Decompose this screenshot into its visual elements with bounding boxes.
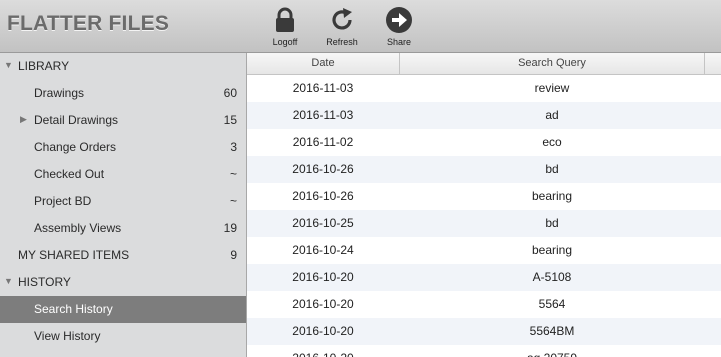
sidebar-item-my-shared-items[interactable]: MY SHARED ITEMS 9 xyxy=(0,242,246,269)
arrow-right-circle-icon xyxy=(386,7,412,33)
triangle-down-icon: ▼ xyxy=(4,60,13,70)
sidebar-item-label: Checked Out xyxy=(34,167,105,181)
sidebar-section-library[interactable]: ▼ LIBRARY xyxy=(0,53,246,80)
sidebar-item-checked-out[interactable]: Checked Out ~ xyxy=(0,161,246,188)
sidebar-item-label: Change Orders xyxy=(34,140,117,154)
query-cell: A-5108 xyxy=(532,270,572,284)
query-cell: 5564 xyxy=(538,297,566,311)
search-history-table: Date Search Query 2016-11-03 review 2016… xyxy=(247,53,721,357)
date-cell: 2016-10-26 xyxy=(292,162,354,176)
table-row[interactable]: 2016-10-20 5564BM xyxy=(247,318,721,345)
sidebar-section-label: HISTORY xyxy=(18,275,71,289)
column-header-search-query[interactable]: Search Query xyxy=(400,53,705,74)
query-cell: bd xyxy=(545,216,559,230)
sidebar-item-view-history[interactable]: View History xyxy=(0,323,246,350)
date-cell: 2016-10-20 xyxy=(292,270,354,284)
sidebar-item-label: Detail Drawings xyxy=(34,113,119,127)
date-cell: 2016-10-25 xyxy=(292,216,354,230)
date-cell: 2016-11-02 xyxy=(292,135,354,149)
date-cell: 2016-11-03 xyxy=(292,81,354,95)
date-cell: 2016-10-20 xyxy=(247,345,399,357)
column-header-date[interactable]: Date xyxy=(247,53,400,74)
sidebar-item-count: 19 xyxy=(223,221,237,235)
table-header: Date Search Query xyxy=(247,53,721,75)
query-cell: ad xyxy=(545,108,559,122)
refresh-button[interactable]: Refresh xyxy=(320,6,364,47)
query-cell: eco xyxy=(542,135,562,149)
table-row[interactable]: 2016-10-20 A-5108 xyxy=(247,264,721,291)
triangle-right-icon[interactable]: ▶ xyxy=(20,114,27,125)
table-row[interactable]: 2016-10-25 bd xyxy=(247,210,721,237)
query-cell: review xyxy=(534,81,570,95)
sidebar-item-label: Drawings xyxy=(34,86,85,100)
sidebar-item-label: Search History xyxy=(34,302,113,316)
sidebar-item-change-orders[interactable]: Change Orders 3 xyxy=(0,134,246,161)
date-cell: 2016-10-26 xyxy=(292,189,354,203)
table-row[interactable]: 2016-10-20 ag 20759 xyxy=(247,345,721,357)
sidebar-item-drawings[interactable]: Drawings 60 xyxy=(0,80,246,107)
lock-icon xyxy=(276,7,294,32)
sidebar-item-label: View History xyxy=(34,329,101,343)
sidebar-item-search-history[interactable]: Search History xyxy=(0,296,246,323)
sidebar: ▼ LIBRARY Drawings 60 ▶ Detail Drawings … xyxy=(0,53,247,357)
query-cell: bearing xyxy=(531,243,573,257)
sidebar-item-count: 60 xyxy=(223,86,237,100)
sidebar-item-label: MY SHARED ITEMS xyxy=(18,248,130,262)
triangle-down-icon: ▼ xyxy=(4,276,13,286)
app-header: FLATTER FILES Logoff Refresh Share xyxy=(0,0,721,53)
sidebar-item-count: ~ xyxy=(229,167,237,181)
sidebar-item-count: 15 xyxy=(223,113,237,127)
sidebar-section-label: LIBRARY xyxy=(18,59,70,73)
date-cell: 2016-10-20 xyxy=(292,297,354,311)
table-row[interactable]: 2016-11-03 ad xyxy=(247,102,721,129)
sidebar-item-label: Project BD xyxy=(34,194,92,208)
sidebar-item-project-bd[interactable]: Project BD ~ xyxy=(0,188,246,215)
query-cell: bearing xyxy=(531,189,573,203)
table-row[interactable]: 2016-10-26 bearing xyxy=(247,183,721,210)
sidebar-item-count: ~ xyxy=(229,194,237,208)
sidebar-item-count: 3 xyxy=(230,140,237,154)
share-button[interactable]: Share xyxy=(377,6,421,47)
sidebar-section-history[interactable]: ▼ HISTORY xyxy=(0,269,246,296)
table-row[interactable]: 2016-11-03 review xyxy=(247,75,721,102)
share-label: Share xyxy=(386,37,412,47)
date-cell: 2016-10-24 xyxy=(292,243,354,257)
query-cell: ag 20759 xyxy=(400,345,704,357)
date-cell: 2016-10-20 xyxy=(292,324,354,338)
query-cell: bd xyxy=(545,162,559,176)
date-cell: 2016-11-03 xyxy=(292,108,354,122)
app-title: FLATTER FILES xyxy=(7,12,170,35)
query-cell: 5564BM xyxy=(529,324,575,338)
sidebar-item-label: Assembly Views xyxy=(34,221,122,235)
refresh-label: Refresh xyxy=(326,37,358,47)
sidebar-item-count: 9 xyxy=(230,248,237,262)
table-row[interactable]: 2016-11-02 eco xyxy=(247,129,721,156)
table-row[interactable]: 2016-10-26 bd xyxy=(247,156,721,183)
table-row[interactable]: 2016-10-24 bearing xyxy=(247,237,721,264)
logoff-label: Logoff xyxy=(272,37,298,47)
logoff-button[interactable]: Logoff xyxy=(263,6,307,47)
sidebar-item-detail-drawings[interactable]: ▶ Detail Drawings 15 xyxy=(0,107,246,134)
table-row[interactable]: 2016-10-20 5564 xyxy=(247,291,721,318)
sidebar-item-assembly-views[interactable]: Assembly Views 19 xyxy=(0,215,246,242)
refresh-icon xyxy=(332,8,352,30)
